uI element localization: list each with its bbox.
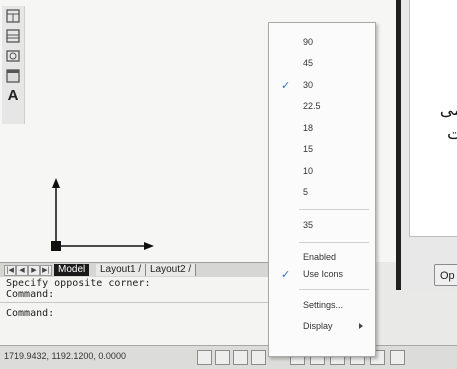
menu-item-label: Settings... (303, 300, 344, 310)
draw-toolbar: A (2, 6, 25, 124)
menu-item-label: 5 (303, 187, 309, 197)
menu-item-display[interactable]: Display (269, 320, 375, 336)
prev-tab-button[interactable]: ◀ (16, 265, 28, 276)
menu-item-label: 10 (303, 166, 314, 176)
first-tab-button[interactable]: |◀ (4, 265, 16, 276)
menu-item-angle[interactable]: 15 (269, 143, 375, 159)
menu-item-enabled[interactable]: Enabled (269, 251, 375, 267)
next-tab-button[interactable]: ▶ (28, 265, 40, 276)
menu-item-angle[interactable]: 45 (269, 57, 375, 73)
menu-item-angle[interactable]: 22.5 (269, 100, 375, 116)
polar-tracking-icon[interactable] (251, 350, 266, 365)
grid-display-icon[interactable] (215, 350, 230, 365)
dialog-open-button[interactable]: Op (434, 264, 457, 286)
menu-item-custom-angle[interactable]: 35 (269, 219, 375, 235)
insert-block-icon[interactable] (5, 48, 21, 64)
menu-separator (299, 242, 369, 243)
menu-item-settings[interactable]: Settings... (269, 299, 375, 315)
menu-item-use-icons[interactable]: ✓ Use Icons (269, 268, 375, 284)
tab-separator: / (138, 264, 142, 275)
coordinates-readout: 1719.9432, 1192.1200, 0.0000 (4, 351, 126, 361)
text-icon[interactable]: A (5, 88, 21, 104)
dialog-text-line: ت (446, 124, 457, 144)
last-tab-button[interactable]: ▶| (40, 265, 52, 276)
menu-item-angle[interactable]: 5 (269, 186, 375, 202)
menu-item-label: 15 (303, 144, 314, 154)
menu-item-angle[interactable]: ✓ 30 (269, 79, 375, 95)
tab-separator: / (188, 264, 192, 275)
dialog-content: می ت (409, 0, 457, 237)
tab-layout1-label: Layout1 (100, 264, 136, 275)
submenu-arrow-icon (359, 323, 363, 329)
menu-item-angle[interactable]: 90 (269, 36, 375, 52)
command-history-line: Command: (6, 289, 55, 300)
menu-item-angle[interactable]: 18 (269, 122, 375, 138)
dialog-text-line: می (439, 100, 457, 120)
tab-model[interactable]: Model (54, 264, 90, 276)
table-icon[interactable] (5, 8, 21, 24)
command-window: Specify opposite corner: Command: Comman… (0, 277, 270, 347)
menu-item-label: Enabled (303, 252, 337, 262)
checkmark-icon: ✓ (281, 79, 291, 92)
ortho-mode-icon[interactable] (233, 350, 248, 365)
menu-item-label: 18 (303, 123, 314, 133)
table-icon[interactable] (5, 28, 21, 44)
command-divider (0, 302, 270, 303)
quick-props-icon[interactable] (390, 350, 405, 365)
tab-layout1[interactable]: Layout1 / (96, 264, 147, 276)
tab-layout2-label: Layout2 (150, 264, 186, 275)
layout-tabs-bar: |◀ ◀ ▶ ▶| Model Layout1 / Layout2 / (0, 262, 270, 278)
menu-item-label: 35 (303, 220, 314, 230)
menu-item-label: 22.5 (303, 101, 321, 111)
checkmark-icon: ✓ (281, 268, 291, 281)
status-bar: 1719.9432, 1192.1200, 0.0000 (0, 345, 457, 369)
snap-mode-icon[interactable] (197, 350, 212, 365)
menu-item-angle[interactable]: 10 (269, 165, 375, 181)
menu-separator (299, 289, 369, 290)
image-icon[interactable] (5, 68, 21, 84)
menu-item-label: 90 (303, 37, 314, 47)
dialog-window: می ت Op (396, 0, 457, 290)
menu-item-label: 30 (303, 80, 314, 90)
polar-tracking-context-menu: 90 45 ✓ 30 22.5 18 15 10 5 35 Enabled ✓ … (268, 22, 376, 357)
command-prompt-input[interactable]: Command: (6, 308, 54, 319)
menu-item-label: Display (303, 321, 333, 331)
menu-item-label: Use Icons (303, 269, 344, 279)
command-history-line: Specify opposite corner: (6, 278, 151, 289)
tab-layout2[interactable]: Layout2 / (146, 264, 197, 276)
menu-separator (299, 209, 369, 210)
menu-item-label: 45 (303, 58, 314, 68)
ucs-icon (51, 178, 154, 251)
